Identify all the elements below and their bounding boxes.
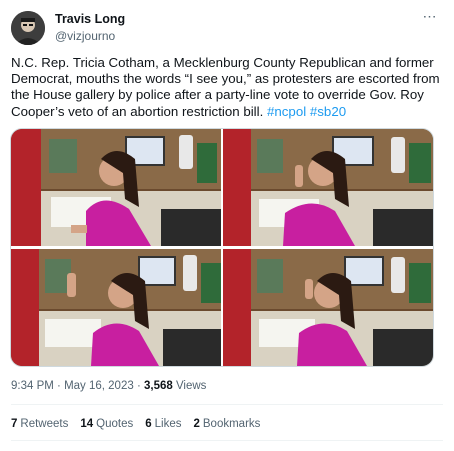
tweet-text-main: N.C. Rep. Tricia Cotham, a Mecklenburg C… xyxy=(11,55,440,119)
views-label: Views xyxy=(172,380,207,392)
quotes-count: 14 xyxy=(80,418,94,430)
likes-stat[interactable]: 6 Likes xyxy=(145,418,181,430)
author-handle[interactable]: @vizjourno xyxy=(55,29,115,43)
retweets-stat[interactable]: 7 Retweets xyxy=(11,418,68,430)
quotes-label: Quotes xyxy=(96,418,134,430)
tweet-time[interactable]: 9:34 PM xyxy=(11,380,54,392)
bookmarks-label: Bookmarks xyxy=(202,418,261,430)
photo-3[interactable] xyxy=(11,249,221,366)
photo-1[interactable] xyxy=(11,129,221,246)
retweets-label: Retweets xyxy=(20,418,69,430)
tweet-stats: 7 Retweets 14 Quotes 6 Likes 2 Bookmarks xyxy=(11,418,260,430)
likes-count: 6 xyxy=(145,418,152,430)
divider xyxy=(11,440,443,441)
bookmarks-count: 2 xyxy=(193,418,200,430)
quotes-stat[interactable]: 14 Quotes xyxy=(80,418,133,430)
more-horizontal-icon[interactable]: ⋯ xyxy=(419,9,441,25)
hashtag-ncpol[interactable]: #ncpol xyxy=(267,104,306,119)
photo-2[interactable] xyxy=(223,129,433,246)
likes-label: Likes xyxy=(154,418,182,430)
views-count: 3,568 xyxy=(143,380,173,392)
tweet-meta: 9:34 PM · May 16, 2023 · 3,568 Views xyxy=(11,380,206,392)
hashtag-sb20[interactable]: #sb20 xyxy=(310,104,346,119)
avatar[interactable] xyxy=(11,11,45,45)
divider xyxy=(11,404,443,405)
tweet-text: N.C. Rep. Tricia Cotham, a Mecklenburg C… xyxy=(11,55,443,120)
photo-4[interactable] xyxy=(223,249,433,366)
media-grid xyxy=(10,128,434,367)
meta-separator: · xyxy=(133,380,144,392)
tweet: Travis Long @vizjourno ⋯ N.C. Rep. Trici… xyxy=(0,0,454,451)
retweets-count: 7 xyxy=(11,418,18,430)
bookmarks-stat[interactable]: 2 Bookmarks xyxy=(193,418,260,430)
meta-separator: · xyxy=(53,380,65,392)
author-name[interactable]: Travis Long xyxy=(55,12,125,26)
tweet-date[interactable]: May 16, 2023 xyxy=(64,380,134,392)
